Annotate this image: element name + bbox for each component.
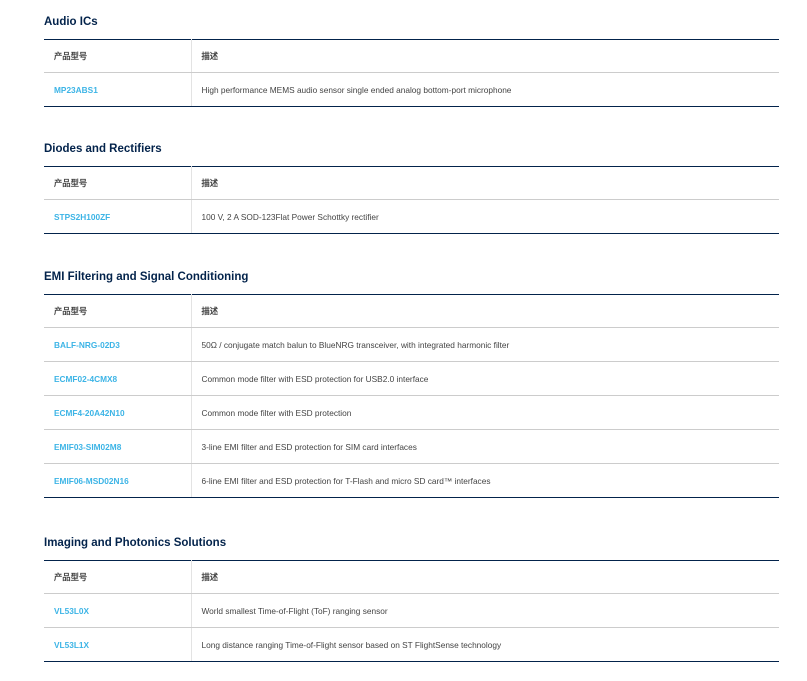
table-row: EMIF06-MSD02N16 6-line EMI filter and ES… xyxy=(44,463,779,498)
column-header-description: 描述 xyxy=(190,294,779,328)
section-diodes-rectifiers: Diodes and Rectifiers 产品型号 描述 STPS2H100Z… xyxy=(44,141,779,234)
column-header-part-number: 产品型号 xyxy=(44,560,191,594)
part-number-link[interactable]: VL53L1X xyxy=(54,640,89,650)
product-table: 产品型号 描述 MP23ABS1 High performance MEMS a… xyxy=(44,39,779,107)
table-header-row: 产品型号 描述 xyxy=(44,39,779,73)
column-header-part-number: 产品型号 xyxy=(44,166,191,200)
section-title: EMI Filtering and Signal Conditioning xyxy=(44,271,249,283)
part-number-link[interactable]: ECMF4-20A42N10 xyxy=(54,408,125,418)
part-description: 3-line EMI filter and ESD protection for… xyxy=(190,429,779,464)
column-header-part-number: 产品型号 xyxy=(44,39,191,73)
product-table: 产品型号 描述 STPS2H100ZF 100 V, 2 A SOD-123Fl… xyxy=(44,166,779,234)
product-table: 产品型号 描述 VL53L0X World smallest Time-of-F… xyxy=(44,560,779,662)
section-title: Imaging and Photonics Solutions xyxy=(44,537,227,549)
part-number-link[interactable]: VL53L0X xyxy=(54,606,89,616)
table-row: STPS2H100ZF 100 V, 2 A SOD-123Flat Power… xyxy=(44,199,779,234)
part-description: Long distance ranging Time-of-Flight sen… xyxy=(190,627,779,662)
column-header-description: 描述 xyxy=(190,39,779,73)
table-row: EMIF03-SIM02M8 3-line EMI filter and ESD… xyxy=(44,429,779,464)
part-description: 6-line EMI filter and ESD protection for… xyxy=(190,463,779,498)
part-description: Common mode filter with ESD protection xyxy=(190,395,779,430)
table-row: VL53L0X World smallest Time-of-Flight (T… xyxy=(44,593,779,628)
table-row: ECMF4-20A42N10 Common mode filter with E… xyxy=(44,395,779,430)
product-table: 产品型号 描述 BALF-NRG-02D3 50Ω / conjugate ma… xyxy=(44,294,779,498)
table-header-row: 产品型号 描述 xyxy=(44,560,779,594)
table-row: MP23ABS1 High performance MEMS audio sen… xyxy=(44,72,779,107)
part-description: World smallest Time-of-Flight (ToF) rang… xyxy=(190,593,779,628)
table-header-row: 产品型号 描述 xyxy=(44,166,779,200)
table-row: ECMF02-4CMX8 Common mode filter with ESD… xyxy=(44,361,779,396)
section-title: Diodes and Rectifiers xyxy=(44,143,162,155)
section-audio-ics: Audio ICs 产品型号 描述 MP23ABS1 High performa… xyxy=(44,14,779,107)
table-header-row: 产品型号 描述 xyxy=(44,294,779,328)
column-header-description: 描述 xyxy=(190,560,779,594)
part-number-link[interactable]: STPS2H100ZF xyxy=(54,212,110,222)
part-description: Common mode filter with ESD protection f… xyxy=(190,361,779,396)
table-row: VL53L1X Long distance ranging Time-of-Fl… xyxy=(44,627,779,662)
part-description: 50Ω / conjugate match balun to BlueNRG t… xyxy=(190,327,779,362)
column-header-description: 描述 xyxy=(190,166,779,200)
section-imaging-photonics: Imaging and Photonics Solutions 产品型号 描述 … xyxy=(44,535,779,662)
part-description: High performance MEMS audio sensor singl… xyxy=(190,72,779,107)
section-emi-filtering: EMI Filtering and Signal Conditioning 产品… xyxy=(44,269,779,498)
part-number-link[interactable]: BALF-NRG-02D3 xyxy=(54,340,120,350)
part-number-link[interactable]: ECMF02-4CMX8 xyxy=(54,374,117,384)
section-title: Audio ICs xyxy=(44,16,98,28)
part-number-link[interactable]: MP23ABS1 xyxy=(54,85,98,95)
table-row: BALF-NRG-02D3 50Ω / conjugate match balu… xyxy=(44,327,779,362)
part-number-link[interactable]: EMIF03-SIM02M8 xyxy=(54,442,121,452)
part-description: 100 V, 2 A SOD-123Flat Power Schottky re… xyxy=(190,199,779,234)
column-header-part-number: 产品型号 xyxy=(44,294,191,328)
part-number-link[interactable]: EMIF06-MSD02N16 xyxy=(54,476,129,486)
